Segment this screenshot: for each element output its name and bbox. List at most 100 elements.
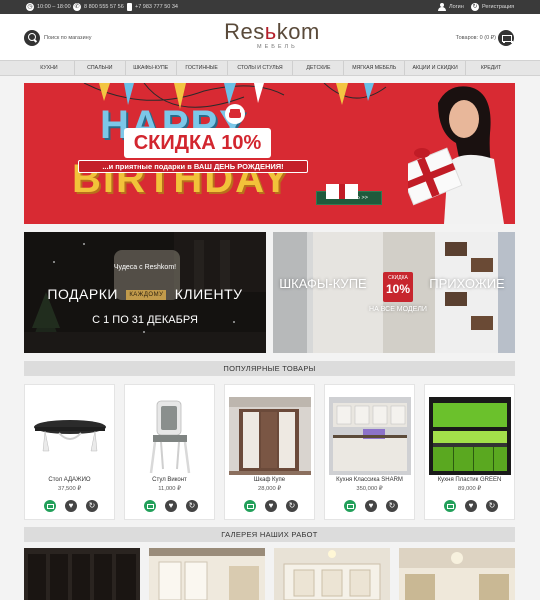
- site-header: Поиск по магазину Resьkom МЕБЕЛЬ Товаров…: [0, 14, 540, 60]
- product-price: 37,500 ₽: [57, 486, 82, 492]
- wishlist-button[interactable]: [265, 500, 277, 512]
- promo-wardrobes-left-word: ШКАФЫ-КУПЕ: [279, 276, 367, 291]
- compare-button[interactable]: [486, 500, 498, 512]
- banner-gifts-text: ...и приятные подарки в ВАШ ДЕНЬ РОЖДЕНИ…: [78, 160, 308, 173]
- login-link[interactable]: Логин: [438, 0, 464, 14]
- add-to-cart-button[interactable]: [144, 500, 156, 512]
- product-price: 28,000 ₽: [257, 486, 282, 492]
- hero-banner[interactable]: HAPPY BIRTHDAY СКИДКА 10% ...и приятные …: [24, 83, 515, 224]
- promo-gifts-headline: ПОДАРКИ КАЖДОМУ КЛИЕНТУ: [24, 286, 266, 302]
- nav-item-bedrooms[interactable]: СПАЛЬНИ: [75, 61, 126, 75]
- register-icon: ↻: [471, 3, 479, 11]
- product-image-kitchen-green[interactable]: [429, 397, 511, 475]
- wishlist-button[interactable]: [365, 500, 377, 512]
- product-name[interactable]: Кухня Пластик GREEN: [425, 477, 514, 483]
- promo-wardrobes-badge: СКИДКА 10%: [383, 272, 413, 302]
- gift-box-decoration: [326, 184, 358, 199]
- phone1-info[interactable]: ✆ 8 800 555 57 56: [73, 0, 124, 14]
- product-actions: [344, 500, 398, 512]
- nav-item-kitchens[interactable]: КУХНИ: [24, 61, 75, 75]
- nav-item-kids[interactable]: ДЕТСКИЕ: [293, 61, 345, 75]
- site-logo[interactable]: Resьkom МЕБЕЛЬ: [217, 20, 327, 56]
- product-name[interactable]: Шкаф Купе: [225, 477, 314, 483]
- phone1-text: 8 800 555 57 56: [84, 4, 124, 10]
- promo-wardrobes-subtitle: НА ВСЕ МОДЕЛИ: [369, 306, 427, 313]
- product-name[interactable]: Кухня Классика SHARM: [325, 477, 414, 483]
- gallery-image[interactable]: [399, 548, 515, 600]
- top-bar: ◷ 10:00 – 18:00 ✆ 8 800 555 57 56 +7 983…: [0, 0, 540, 14]
- promo-wardrobes-tile[interactable]: ШКАФЫ-КУПЕ СКИДКА 10% ПРИХОЖИЕ НА ВСЕ МО…: [273, 232, 515, 353]
- logo-text-accent: ь: [264, 19, 277, 44]
- phone2-text: +7 983 777 50 34: [135, 4, 178, 10]
- banner-discount: СКИДКА 10%: [124, 128, 271, 158]
- product-image-table[interactable]: [29, 397, 111, 475]
- add-to-cart-button[interactable]: [344, 500, 356, 512]
- page: ◷ 10:00 – 18:00 ✆ 8 800 555 57 56 +7 983…: [0, 0, 540, 600]
- product-card[interactable]: Кухня Пластик GREEN 89,000 ₽: [424, 384, 515, 520]
- compare-button[interactable]: [386, 500, 398, 512]
- gallery-image[interactable]: [274, 548, 390, 600]
- promo-wardrobes-right-word: ПРИХОЖИЕ: [429, 276, 505, 291]
- nav-item-living-rooms[interactable]: ГОСТИННЫЕ: [177, 61, 228, 75]
- compare-button[interactable]: [186, 500, 198, 512]
- phone2-info[interactable]: +7 983 777 50 34: [127, 0, 178, 14]
- mobile-icon: [127, 3, 132, 11]
- gallery-image[interactable]: [149, 548, 265, 600]
- product-actions: [444, 500, 498, 512]
- cart-icon[interactable]: [498, 30, 514, 46]
- product-image-wardrobe[interactable]: [229, 397, 311, 475]
- promo-gifts-word3: КЛИЕНТУ: [174, 286, 243, 302]
- hero-woman-image: [408, 83, 515, 224]
- search-icon[interactable]: [24, 30, 40, 46]
- popular-products-list: Стол АДАЖИО 37,500 ₽ Стул Виконт 11,000: [24, 384, 515, 520]
- product-actions: [44, 500, 98, 512]
- promo-wardrobes-badge-value: 10%: [385, 282, 411, 296]
- logo-text-main: Res: [224, 19, 265, 44]
- nav-item-soft-furniture[interactable]: МЯГКАЯ МЕБЕЛЬ: [344, 61, 406, 75]
- promo-gifts-tagline: Чудеса с Reshkom!: [113, 264, 177, 271]
- product-card[interactable]: Стул Виконт 11,000 ₽: [124, 384, 215, 520]
- compare-button[interactable]: [86, 500, 98, 512]
- wishlist-button[interactable]: [65, 500, 77, 512]
- nav-item-sales[interactable]: АКЦИИ И СКИДКИ: [405, 61, 467, 75]
- product-image-kitchen-classic[interactable]: [329, 397, 411, 475]
- main-nav: КУХНИ СПАЛЬНИ ШКАФЫ-КУПЕ ГОСТИННЫЕ СТОЛЫ…: [0, 60, 540, 76]
- promo-wardrobes-badge-top: СКИДКА: [388, 275, 408, 281]
- product-name[interactable]: Стул Виконт: [125, 477, 214, 483]
- product-price: 11,000 ₽: [158, 486, 181, 492]
- gallery-section-title: ГАЛЕРЕЯ НАШИХ РАБОТ: [24, 527, 515, 542]
- wishlist-button[interactable]: [165, 500, 177, 512]
- gallery-image[interactable]: [24, 548, 140, 600]
- product-image-chair[interactable]: [129, 397, 211, 475]
- clock-icon: ◷: [26, 3, 34, 11]
- wishlist-button[interactable]: [465, 500, 477, 512]
- cart-summary[interactable]: Товаров: 0 (0 ₽): [456, 35, 496, 41]
- nav-item-wardrobes[interactable]: ШКАФЫ-КУПЕ: [126, 61, 177, 75]
- compare-button[interactable]: [286, 500, 298, 512]
- nav-item-credit[interactable]: КРЕДИТ: [466, 61, 516, 75]
- promo-gifts-tile[interactable]: Чудеса с Reshkom! ПОДАРКИ КАЖДОМУ КЛИЕНТ…: [24, 232, 266, 353]
- logo-subtitle: МЕБЕЛЬ: [257, 44, 298, 50]
- promo-gifts-word1: ПОДАРКИ: [47, 286, 118, 302]
- gallery-list: [24, 548, 515, 600]
- product-actions: [244, 500, 298, 512]
- product-name[interactable]: Стол АДАЖИО: [25, 477, 114, 483]
- product-card[interactable]: Кухня Классика SHARM 350,000 ₽: [324, 384, 415, 520]
- product-card[interactable]: Стол АДАЖИО 37,500 ₽: [24, 384, 115, 520]
- sofa-icon: [225, 104, 245, 124]
- popular-section-title: ПОПУЛЯРНЫЕ ТОВАРЫ: [24, 361, 515, 376]
- promo-gifts-word2: КАЖДОМУ: [126, 290, 167, 301]
- nav-item-tables-chairs[interactable]: СТОЛЫ И СТУЛЬЯ: [228, 61, 294, 75]
- product-price: 350,000 ₽: [356, 486, 383, 492]
- search-input[interactable]: Поиск по магазину: [44, 35, 91, 41]
- add-to-cart-button[interactable]: [44, 500, 56, 512]
- register-link[interactable]: ↻ Регистрация: [471, 0, 514, 14]
- phone-icon: ✆: [73, 3, 81, 11]
- add-to-cart-button[interactable]: [244, 500, 256, 512]
- add-to-cart-button[interactable]: [444, 500, 456, 512]
- user-icon: [438, 3, 446, 11]
- product-card[interactable]: Шкаф Купе 28,000 ₽: [224, 384, 315, 520]
- register-label: Регистрация: [482, 4, 515, 10]
- hours-text: 10:00 – 18:00: [37, 4, 71, 10]
- hours-info: ◷ 10:00 – 18:00: [26, 0, 71, 14]
